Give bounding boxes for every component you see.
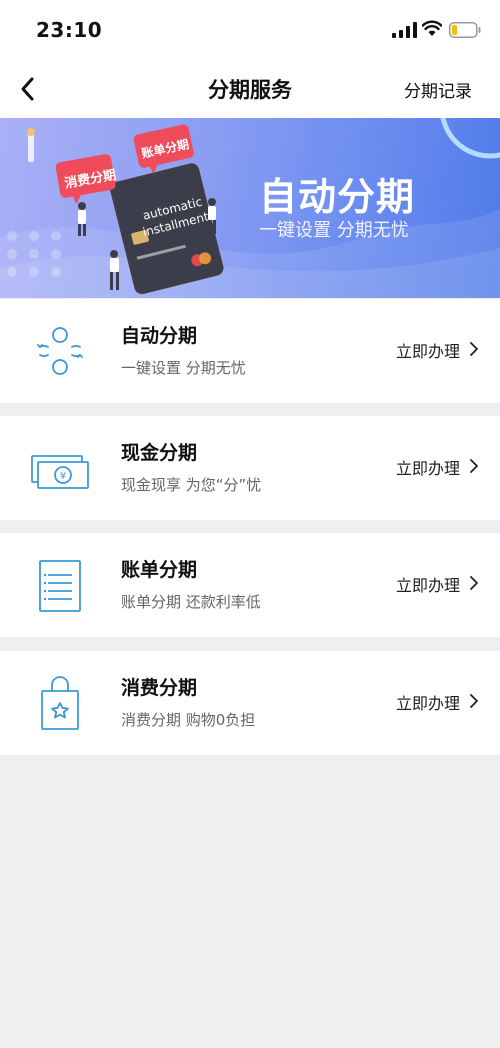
service-title: 消费分期 [121,677,198,699]
service-subtitle: 消费分期 购物0负担 [121,711,256,729]
chevron-right-icon [470,694,478,708]
banner-title: 自动分期 [259,175,416,219]
service-item-consumer-installment[interactable]: 消费分期 消费分期 购物0负担 立即办理 [0,651,500,755]
service-item-auto-installment[interactable]: 自动分期 一键设置 分期无忧 立即办理 [0,299,500,403]
apply-now-button[interactable]: 立即办理 [396,338,460,362]
chevron-right-icon [470,576,478,590]
banner-subtitle: 一键设置 分期无忧 [259,220,409,241]
apply-now-button[interactable]: 立即办理 [396,455,460,479]
nav-bar: 分期服务 分期记录 [0,60,500,118]
status-bar: 23:10 [0,0,500,60]
installment-records-link[interactable]: 分期记录 [404,77,472,102]
apply-now-button[interactable]: 立即办理 [396,572,460,596]
chevron-right-icon [470,342,478,356]
service-title: 现金分期 [121,442,198,464]
shopping-bag-icon [41,676,79,730]
promo-banner[interactable]: automatic installment 消费分期 账单分期 自动分期 一键设… [0,118,500,298]
banner-illustration: automatic installment 消费分期 账单分期 [0,118,500,298]
auto-cycle-icon [37,327,83,375]
service-subtitle: 现金现享 为您“分”忧 [121,476,262,494]
svg-text:¥: ¥ [60,471,66,482]
service-title: 账单分期 [121,559,198,581]
cellular-signal-icon [392,22,417,38]
battery-icon [449,22,481,38]
service-subtitle: 账单分期 还款利率低 [121,593,261,611]
bill-document-icon [39,560,81,612]
service-item-cash-installment[interactable]: ¥ 现金分期 现金现享 为您“分”忧 立即办理 [0,416,500,520]
wifi-icon [422,20,442,36]
service-item-bill-installment[interactable]: 账单分期 账单分期 还款利率低 立即办理 [0,533,500,637]
service-title: 自动分期 [121,325,198,347]
status-time: 23:10 [36,18,103,42]
service-subtitle: 一键设置 分期无忧 [121,359,246,377]
cash-bill-icon: ¥ [31,455,89,489]
apply-now-button[interactable]: 立即办理 [396,690,460,714]
chevron-right-icon [470,459,478,473]
